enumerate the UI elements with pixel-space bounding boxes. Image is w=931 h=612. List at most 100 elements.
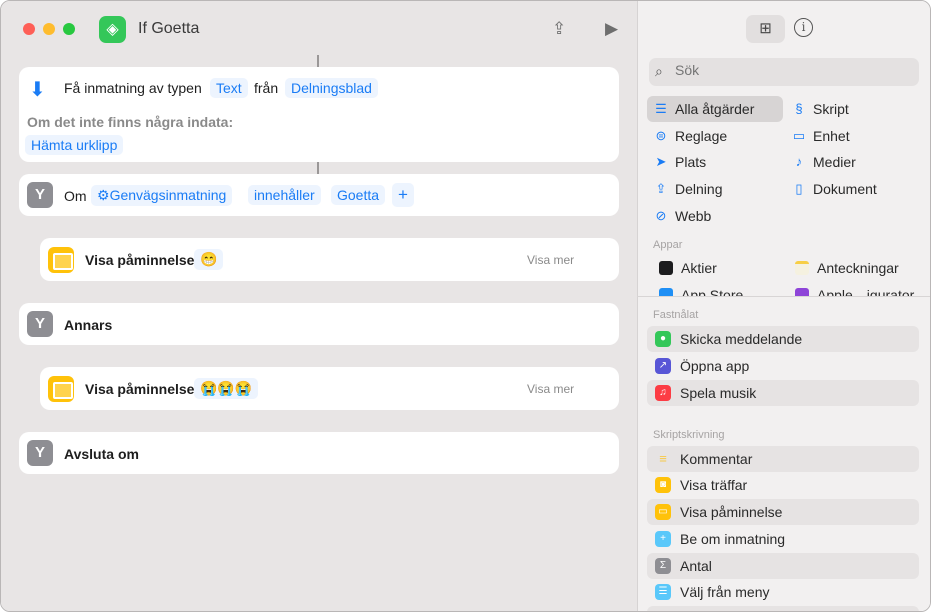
play-icon[interactable]: ▶ (605, 19, 618, 39)
row-label: Kommentar (680, 451, 753, 467)
music-icon: ♫ (655, 385, 671, 401)
get-input-action[interactable]: ⬇ Få inmatning av typen Text från Delnin… (19, 67, 619, 162)
app-configurator[interactable]: Apple…igurator (789, 282, 914, 296)
minimize-button[interactable] (43, 23, 55, 35)
divider (637, 296, 930, 297)
row-label: Visa påminnelse (680, 504, 783, 520)
add-condition-button[interactable]: + (392, 183, 414, 207)
show-more-button[interactable]: Visa mer (527, 253, 574, 267)
fallback-token[interactable]: Hämta urklipp (25, 135, 124, 155)
message-token[interactable]: 😁 (194, 249, 224, 270)
alert-icon: ▭ (655, 504, 671, 520)
category-label: Webb (675, 208, 712, 224)
shortcuts-app-icon: ◈ (99, 16, 126, 43)
category-web[interactable]: ⊘ Webb (647, 203, 712, 229)
end-if-action[interactable]: Y Avsluta om (19, 432, 619, 474)
category-scripting[interactable]: § Skript (785, 96, 849, 122)
menu-icon: ☰ (655, 584, 671, 600)
value-token[interactable]: Goetta (331, 185, 386, 205)
pinned-play-music[interactable]: ♫ Spela musik (647, 380, 919, 406)
category-all-actions[interactable]: ☰ Alla åtgärder (647, 96, 783, 122)
configurator-app-icon (795, 288, 809, 296)
list-icon: ☰ (655, 101, 667, 116)
editor-pane: ◈ If Goetta ⇪ ▶ ⬇ Få inmatning av typen … (1, 1, 637, 611)
scripting-header: Skriptskrivning (653, 429, 725, 441)
show-alert-action[interactable]: Visa påminnelse 😁 Visa mer (40, 238, 619, 281)
message-token[interactable]: 😭😭😭 (194, 378, 259, 399)
branch-icon: Y (27, 440, 53, 466)
alert-icon (48, 247, 74, 273)
app-label: App Store (681, 287, 744, 296)
if-action[interactable]: Y Om ⚙Genvägsinmatning innehåller Goetta… (19, 174, 619, 216)
input-token[interactable]: ⚙Genvägsinmatning (91, 185, 233, 206)
script-icon: § (795, 101, 803, 116)
script-count[interactable]: Σ Antal (647, 553, 919, 579)
info-icon[interactable]: i (794, 18, 813, 37)
show-more-button[interactable]: Visa mer (527, 382, 574, 396)
app-label: Aktier (681, 260, 717, 276)
share-icon[interactable]: ⇪ (552, 19, 566, 39)
app-app-store[interactable]: App Store (653, 282, 743, 296)
search-field[interactable]: ⌕ (649, 58, 919, 86)
location-arrow-icon: ➤ (655, 154, 667, 169)
category-location[interactable]: ➤ Plats (647, 149, 707, 175)
script-choose-menu[interactable]: ☰ Välj från meny (647, 579, 919, 605)
app-notes[interactable]: Anteckningar (789, 255, 899, 281)
category-label: Skript (813, 101, 849, 117)
speech-bubble-icon: + (655, 531, 671, 547)
from-label: från (254, 80, 279, 96)
notes-app-icon (795, 261, 809, 275)
apps-header: Appar (653, 239, 683, 251)
category-media[interactable]: ♪ Medier (785, 149, 856, 175)
script-quick-look[interactable]: ◙ Visa träffar (647, 472, 919, 498)
comment-lines-icon: ≡ (659, 451, 667, 466)
type-token[interactable]: Text (210, 78, 248, 98)
category-label: Alla åtgärder (675, 101, 755, 117)
show-alert-action[interactable]: Visa påminnelse 😭😭😭 Visa mer (40, 367, 619, 410)
script-show-alert[interactable]: ▭ Visa påminnelse (647, 499, 919, 525)
end-if-label: Avsluta om (64, 446, 139, 462)
action-label: Få inmatning av typen (64, 80, 202, 96)
category-label: Delning (675, 181, 723, 197)
search-input[interactable] (675, 62, 905, 78)
row-label: Spela musik (680, 385, 757, 401)
row-label: Visa träffar (680, 477, 748, 493)
shortcuts-window: ◈ If Goetta ⇪ ▶ ⬇ Få inmatning av typen … (0, 0, 931, 612)
search-icon: ⌕ (655, 63, 663, 79)
otherwise-action[interactable]: Y Annars (19, 303, 619, 345)
receive-input-icon: ⬇ (29, 79, 46, 101)
pinned-header: Fastnålat (653, 309, 699, 321)
arrow-up-right-icon: ↗ (655, 358, 671, 374)
music-note-icon: ♪ (795, 154, 803, 169)
row-label: Be om inmatning (680, 531, 786, 547)
category-device[interactable]: ▭ Enhet (785, 123, 850, 149)
stocks-app-icon (659, 261, 673, 275)
document-icon: ▯ (795, 181, 803, 196)
branch-icon: Y (27, 311, 53, 337)
action-label: Visa påminnelse (85, 252, 195, 268)
category-controls[interactable]: ⊜ Reglage (647, 123, 728, 149)
pinned-send-message[interactable]: ● Skicka meddelande (647, 326, 919, 352)
category-sharing[interactable]: ⇪ Delning (647, 176, 723, 202)
no-input-label: Om det inte finns några indata: (27, 114, 234, 130)
branch-icon: Y (27, 182, 53, 208)
category-documents[interactable]: ▯ Dokument (785, 176, 876, 202)
quick-look-icon: ◙ (655, 477, 671, 493)
close-button[interactable] (23, 23, 35, 35)
script-comment[interactable]: ≡ Kommentar (647, 446, 919, 472)
script-next-row[interactable] (647, 606, 919, 611)
row-label: Öppna app (680, 358, 750, 374)
row-label: Skicka meddelande (680, 331, 803, 347)
zoom-button[interactable] (63, 23, 75, 35)
source-token[interactable]: Delningsblad (285, 78, 378, 98)
app-label: Apple…igurator (817, 287, 915, 296)
category-label: Reglage (675, 128, 728, 144)
category-label: Enhet (813, 128, 850, 144)
script-ask-input[interactable]: + Be om inmatning (647, 526, 919, 552)
share-icon: ⇪ (655, 181, 667, 196)
otherwise-label: Annars (64, 317, 113, 333)
action-library-icon[interactable]: ⊞ (746, 15, 785, 43)
condition-token[interactable]: innehåller (248, 185, 321, 205)
pinned-open-app[interactable]: ↗ Öppna app (647, 353, 919, 379)
app-stocks[interactable]: Aktier (653, 255, 717, 281)
